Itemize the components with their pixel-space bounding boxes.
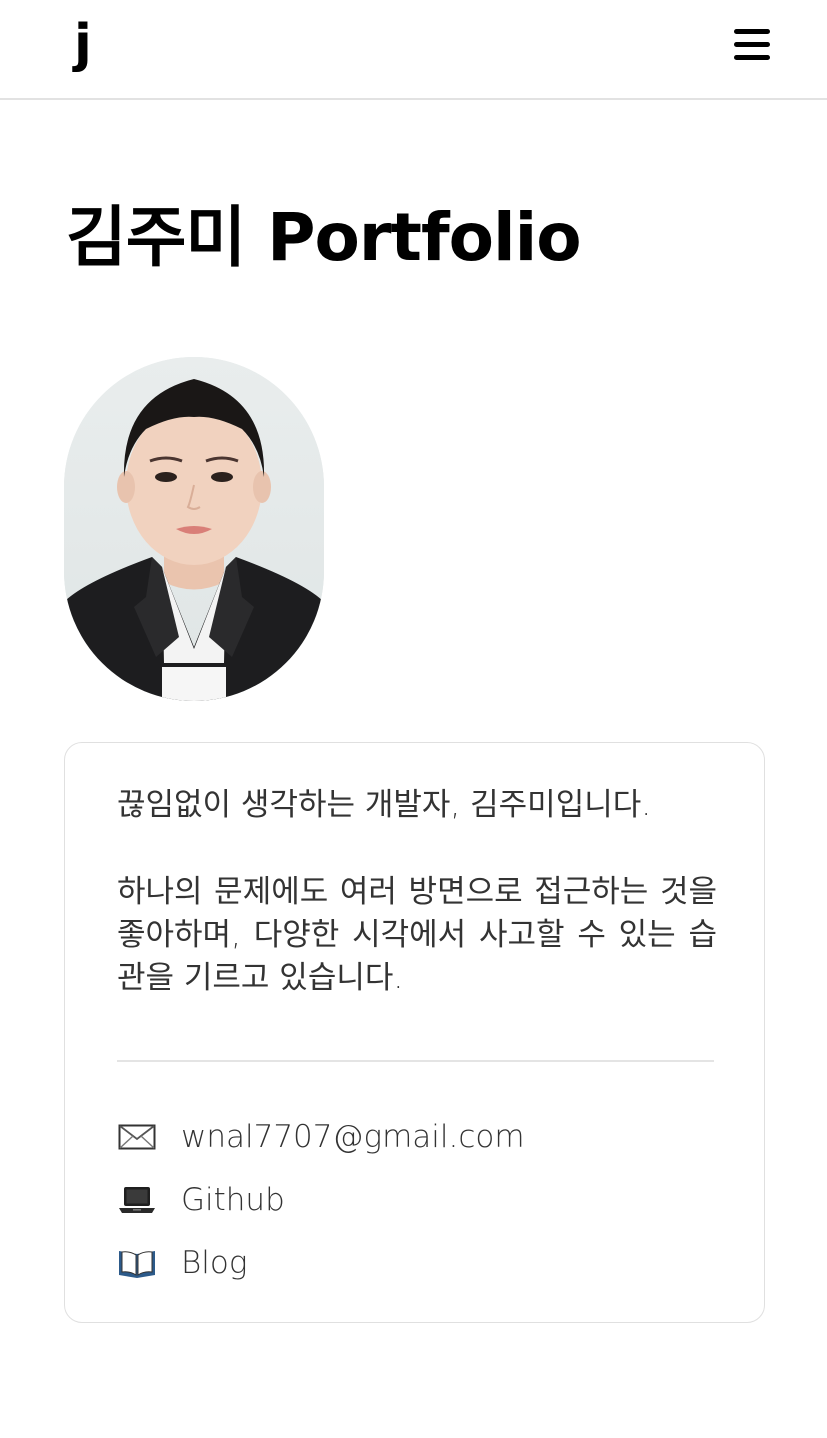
laptop-icon: [117, 1182, 157, 1218]
github-link[interactable]: Github: [117, 1175, 677, 1225]
profile-photo: [64, 357, 324, 701]
menu-bar: [734, 29, 770, 34]
github-label: Github: [181, 1182, 285, 1218]
blog-label: Blog: [181, 1245, 248, 1281]
intro-card: 끊임없이 생각하는 개발자, 김주미입니다. 하나의 문제에도 여러 방면으로 …: [64, 742, 765, 1323]
email-link[interactable]: wnal7707@gmail.com: [117, 1112, 677, 1162]
site-logo[interactable]: j: [74, 14, 92, 74]
intro-text: 끊임없이 생각하는 개발자, 김주미입니다.: [117, 787, 652, 823]
portrait-illustration: [64, 357, 324, 701]
top-nav: j: [0, 0, 827, 100]
hamburger-menu-icon[interactable]: [734, 29, 770, 63]
description-text: 하나의 문제에도 여러 방면으로 접근하는 것을 좋아하며, 다양한 시각에서 …: [117, 874, 717, 996]
envelope-icon: [117, 1119, 157, 1155]
blog-link[interactable]: Blog: [117, 1238, 677, 1288]
open-book-icon: [117, 1245, 157, 1281]
divider: [117, 1060, 714, 1062]
menu-bar: [734, 42, 770, 47]
page-title: 김주미 Portfolio: [66, 199, 582, 276]
menu-bar: [734, 55, 770, 60]
email-label: wnal7707@gmail.com: [181, 1119, 525, 1155]
